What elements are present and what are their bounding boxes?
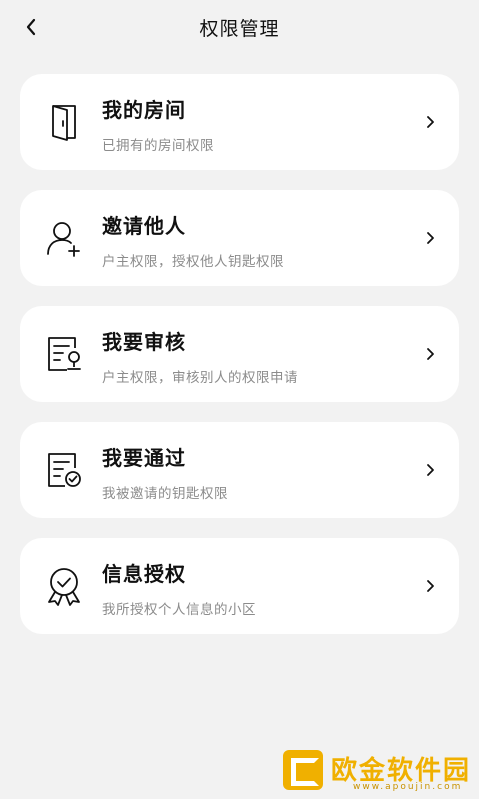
menu-item-title: 我的房间 — [102, 98, 186, 122]
menu-item-subtitle: 户主权限，审核别人的权限申请 — [102, 370, 298, 386]
add-person-icon — [44, 216, 84, 260]
header-bar: 权限管理 — [0, 0, 479, 56]
menu-item-invite-others[interactable]: 邀请他人 户主权限，授权他人钥匙权限 — [20, 190, 459, 286]
menu-item-subtitle: 我所授权个人信息的小区 — [102, 602, 256, 618]
menu-item-title: 信息授权 — [102, 562, 186, 586]
menu-item-title: 我要审核 — [102, 330, 186, 354]
review-document-icon — [44, 332, 84, 376]
chevron-right-icon — [423, 576, 437, 596]
menu-item-subtitle: 已拥有的房间权限 — [102, 138, 214, 154]
door-icon — [44, 100, 84, 144]
menu-item-title: 我要通过 — [102, 446, 186, 470]
chevron-right-icon — [423, 344, 437, 364]
chevron-right-icon — [423, 112, 437, 132]
menu-item-my-rooms[interactable]: 我的房间 已拥有的房间权限 — [20, 74, 459, 170]
menu-item-title: 邀请他人 — [102, 214, 186, 238]
chevron-right-icon — [423, 228, 437, 248]
chevron-right-icon — [423, 460, 437, 480]
watermark: 欧金软件园 www.apoujin.com — [283, 748, 473, 796]
badge-check-icon — [44, 564, 84, 608]
watermark-url: www.apoujin.com — [353, 782, 463, 792]
watermark-logo-icon — [283, 750, 323, 790]
menu-item-review[interactable]: 我要审核 户主权限，审核别人的权限申请 — [20, 306, 459, 402]
menu-item-info-authorization[interactable]: 信息授权 我所授权个人信息的小区 — [20, 538, 459, 634]
page-title: 权限管理 — [199, 18, 280, 40]
menu-item-subtitle: 我被邀请的钥匙权限 — [102, 486, 228, 502]
menu-item-subtitle: 户主权限，授权他人钥匙权限 — [102, 254, 284, 270]
menu-item-approved[interactable]: 我要通过 我被邀请的钥匙权限 — [20, 422, 459, 518]
approved-document-icon — [44, 448, 84, 492]
